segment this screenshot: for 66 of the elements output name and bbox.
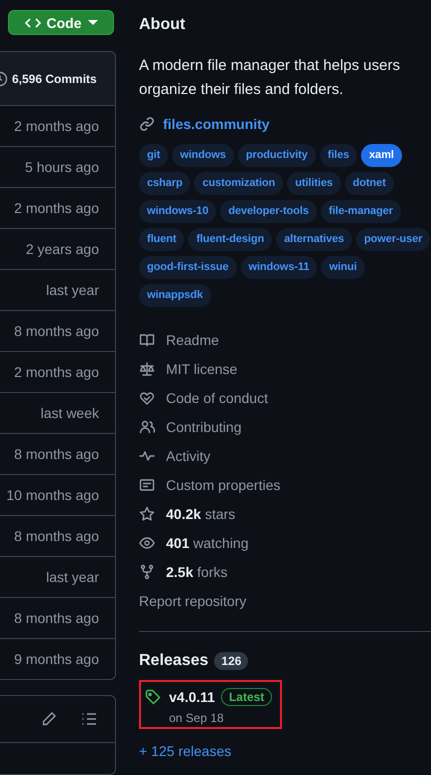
- topic-tag[interactable]: dotnet: [344, 172, 394, 195]
- sidebar-link[interactable]: 401 watching: [139, 528, 431, 557]
- people-icon: [139, 418, 155, 434]
- more-releases-link[interactable]: + 125 releases: [139, 743, 431, 759]
- note-icon: [139, 476, 155, 492]
- topic-tag[interactable]: utilities: [287, 172, 341, 195]
- sidebar-link[interactable]: Readme: [139, 325, 431, 354]
- topic-tag[interactable]: winappsdk: [139, 284, 211, 307]
- commit-time: last year: [46, 282, 99, 298]
- topic-tag[interactable]: winui: [321, 256, 365, 279]
- topic-tag[interactable]: csharp: [139, 172, 190, 195]
- sidebar-link[interactable]: Report repository: [139, 586, 431, 615]
- commit-time: last week: [40, 405, 99, 422]
- sidebar-link[interactable]: Activity: [139, 441, 431, 470]
- list-icon[interactable]: [81, 711, 97, 728]
- commit-time: last year: [46, 569, 99, 586]
- topic-tag[interactable]: alternatives: [276, 228, 352, 251]
- commit-time: 9 months ago: [14, 651, 99, 668]
- about-heading: About: [139, 16, 186, 34]
- heart-icon: [139, 390, 155, 406]
- topic-tag[interactable]: windows-10: [139, 200, 216, 223]
- star-icon: [139, 506, 155, 522]
- commit-time: 8 months ago: [14, 446, 99, 462]
- sidebar-link[interactable]: 2.5k forks: [139, 557, 431, 586]
- sidebar-link[interactable]: Custom properties: [139, 470, 431, 499]
- caret-icon: [88, 20, 98, 26]
- fork-icon: [139, 564, 155, 580]
- commit-time: 2 months ago: [14, 118, 99, 134]
- topic-tag[interactable]: git: [139, 144, 168, 167]
- sidebar-link[interactable]: Contributing: [139, 412, 431, 441]
- topic-tag[interactable]: file-manager: [320, 200, 401, 223]
- latest-release[interactable]: v4.0.11 Latest on Sep 18: [139, 680, 282, 729]
- repo-description: A modern file manager that helps users organize their files and folders.: [139, 56, 401, 100]
- topic-tag[interactable]: customization: [194, 172, 284, 195]
- commit-time: 8 months ago: [14, 528, 99, 544]
- pencil-icon[interactable]: [41, 711, 57, 728]
- code-button[interactable]: Code: [8, 10, 114, 36]
- website-link[interactable]: files.community: [163, 116, 270, 132]
- releases-count: 126: [214, 652, 248, 670]
- commit-time: 10 months ago: [6, 487, 99, 504]
- commit-time: 2 years ago: [26, 241, 99, 258]
- commit-time: 5 hours ago: [25, 159, 99, 176]
- topic-tag[interactable]: good-first-issue: [139, 256, 237, 279]
- commits-count[interactable]: 6,596 Commits: [12, 72, 97, 86]
- commit-time: 2 months ago: [14, 200, 99, 216]
- sidebar-link[interactable]: 40.2k stars: [139, 499, 431, 528]
- sidebar-link[interactable]: MIT license: [139, 354, 431, 383]
- topic-tag[interactable]: windows-11: [240, 256, 318, 279]
- sidebar-link[interactable]: Code of conduct: [139, 383, 431, 412]
- link-icon: [139, 116, 155, 132]
- scale-icon: [139, 360, 155, 376]
- topic-tag[interactable]: power-user: [356, 228, 430, 251]
- topic-tag[interactable]: fluent-design: [188, 228, 272, 251]
- tag-icon: [145, 688, 161, 704]
- eye-icon: [139, 534, 155, 550]
- topic-tag[interactable]: windows: [172, 144, 234, 167]
- topic-tag[interactable]: developer-tools: [220, 200, 317, 223]
- topic-tag[interactable]: files: [320, 144, 358, 167]
- commit-time: 8 months ago: [14, 610, 99, 626]
- topic-tag[interactable]: productivity: [238, 144, 316, 167]
- commit-time: 2 months ago: [14, 364, 99, 380]
- commit-time: 8 months ago: [14, 323, 99, 340]
- book-icon: [139, 332, 155, 348]
- releases-heading[interactable]: Releases: [139, 652, 208, 670]
- topic-tag[interactable]: xaml: [361, 144, 402, 167]
- topic-tag[interactable]: fluent: [139, 228, 184, 251]
